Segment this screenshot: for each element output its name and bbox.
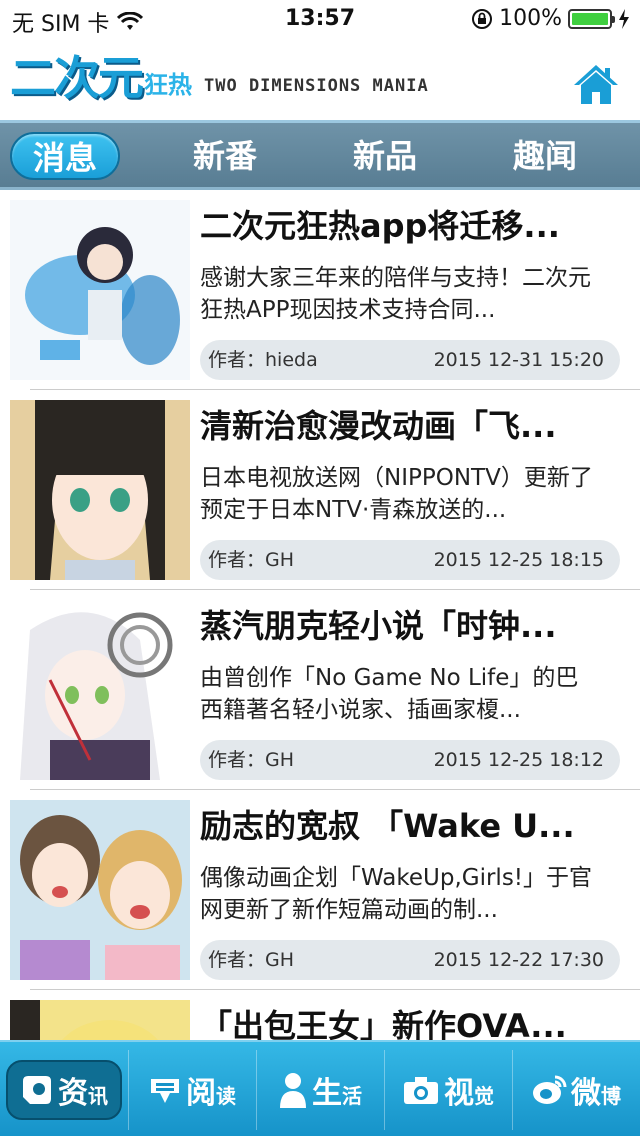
- tab-new-products[interactable]: 新品: [330, 132, 440, 180]
- status-bar: 无 SIM 卡 13:57 100%: [0, 0, 640, 40]
- weibo-icon: [533, 1075, 567, 1104]
- news-title: 「出包王女」新作OVA...: [200, 1007, 567, 1040]
- news-date: 2015 12-25 18:12: [433, 749, 604, 771]
- tab-new-anime[interactable]: 新番: [170, 132, 280, 180]
- logo-english-text: TWO DIMENSIONS MANIA: [204, 76, 429, 96]
- person-icon: [280, 1073, 306, 1108]
- bottom-nav: 资讯 阅读 生活 视觉 微 博: [0, 1040, 640, 1136]
- news-date: 2015 12-31 15:20: [433, 349, 604, 371]
- battery-icon: [568, 8, 615, 29]
- news-list[interactable]: 二次元狂热app将迁移... 感谢大家三年来的陪伴与支持！二次元狂热APP现因技…: [0, 190, 640, 1040]
- logo-main-text: 二次元: [10, 51, 144, 105]
- news-thumbnail: [10, 400, 190, 580]
- news-item[interactable]: 「出包王女」新作OVA...: [0, 990, 640, 1040]
- news-title: 励志的宽叔 「Wake U...: [200, 807, 575, 845]
- news-meta: 作者：GH 2015 12-25 18:15: [200, 540, 620, 580]
- battery-fill: [572, 12, 608, 25]
- camera-icon: [404, 1077, 438, 1104]
- news-icon: [23, 1076, 51, 1104]
- news-meta: 作者：hieda 2015 12-31 15:20: [200, 340, 620, 380]
- news-summary: 日本电视放送网（NIPPONTV）更新了预定于日本NTV·青森放送的...: [200, 465, 593, 523]
- logo-sub-text: 狂热: [144, 71, 192, 99]
- news-item[interactable]: 励志的宽叔 「Wake U... 偶像动画企划「WakeUp,Girls!」于官…: [0, 790, 640, 990]
- tab-news[interactable]: 消息: [10, 132, 120, 180]
- nav-read[interactable]: 阅读: [128, 1042, 256, 1136]
- news-author: 作者：GH: [208, 949, 295, 971]
- news-author: 作者：hieda: [208, 349, 318, 371]
- news-summary: 由曾创作「No Game No Life」的巴西籍著名轻小说家、插画家榎...: [200, 665, 579, 723]
- news-thumbnail: [10, 800, 190, 980]
- app-logo: 二次元 狂热 TWO DIMENSIONS MANIA: [10, 52, 429, 104]
- news-meta: 作者：GH 2015 12-25 18:12: [200, 740, 620, 780]
- news-thumbnail: [10, 1000, 190, 1040]
- news-date: 2015 12-25 18:15: [433, 549, 604, 571]
- app-header: 二次元 狂热 TWO DIMENSIONS MANIA: [0, 40, 640, 120]
- battery-percent: 100%: [499, 6, 562, 31]
- nav-visual[interactable]: 视觉: [384, 1042, 512, 1136]
- read-icon: [151, 1079, 179, 1103]
- news-summary: 偶像动画企划「WakeUp,Girls!」于官网更新了新作短篇动画的制...: [200, 865, 593, 923]
- status-right: 100%: [471, 6, 630, 31]
- home-icon[interactable]: [572, 62, 620, 106]
- news-thumbnail: [10, 200, 190, 380]
- charging-icon: [619, 8, 629, 29]
- category-tab-bar: 消息 新番 新品 趣闻: [0, 120, 640, 190]
- tab-fun-news[interactable]: 趣闻: [490, 132, 600, 180]
- news-author: 作者：GH: [208, 749, 295, 771]
- news-thumbnail: [10, 600, 190, 780]
- nav-weibo-label: 微: [571, 1076, 601, 1111]
- nav-weibo[interactable]: 微博: [512, 1042, 640, 1136]
- news-title: 二次元狂热app将迁移...: [200, 207, 560, 245]
- nav-news-label: 资: [58, 1076, 88, 1111]
- news-summary: 感谢大家三年来的陪伴与支持！二次元狂热APP现因技术支持合同...: [200, 265, 591, 323]
- news-date: 2015 12-22 17:30: [433, 949, 604, 971]
- nav-news-label-small: 讯: [88, 1083, 108, 1108]
- news-title: 蒸汽朋克轻小说「时钟...: [200, 607, 557, 645]
- news-title: 清新治愈漫改动画「飞...: [200, 407, 557, 445]
- nav-visual-label: 视: [444, 1076, 474, 1111]
- news-item[interactable]: 二次元狂热app将迁移... 感谢大家三年来的陪伴与支持！二次元狂热APP现因技…: [0, 190, 640, 390]
- nav-read-label: 阅: [186, 1076, 216, 1111]
- nav-life-label-small: 活: [342, 1083, 362, 1108]
- news-item[interactable]: 蒸汽朋克轻小说「时钟... 由曾创作「No Game No Life」的巴西籍著…: [0, 590, 640, 790]
- nav-life-label: 生: [312, 1076, 342, 1111]
- news-item[interactable]: 清新治愈漫改动画「飞... 日本电视放送网（NIPPONTV）更新了预定于日本N…: [0, 390, 640, 590]
- nav-news[interactable]: 资讯: [0, 1042, 128, 1136]
- news-author: 作者：GH: [208, 549, 295, 571]
- rotation-lock-icon: [472, 8, 493, 29]
- nav-read-label-small: 读: [216, 1083, 236, 1108]
- nav-weibo-label-small: 博: [601, 1083, 621, 1108]
- nav-visual-label-small: 觉: [474, 1083, 494, 1108]
- nav-life[interactable]: 生活: [256, 1042, 384, 1136]
- news-meta: 作者：GH 2015 12-22 17:30: [200, 940, 620, 980]
